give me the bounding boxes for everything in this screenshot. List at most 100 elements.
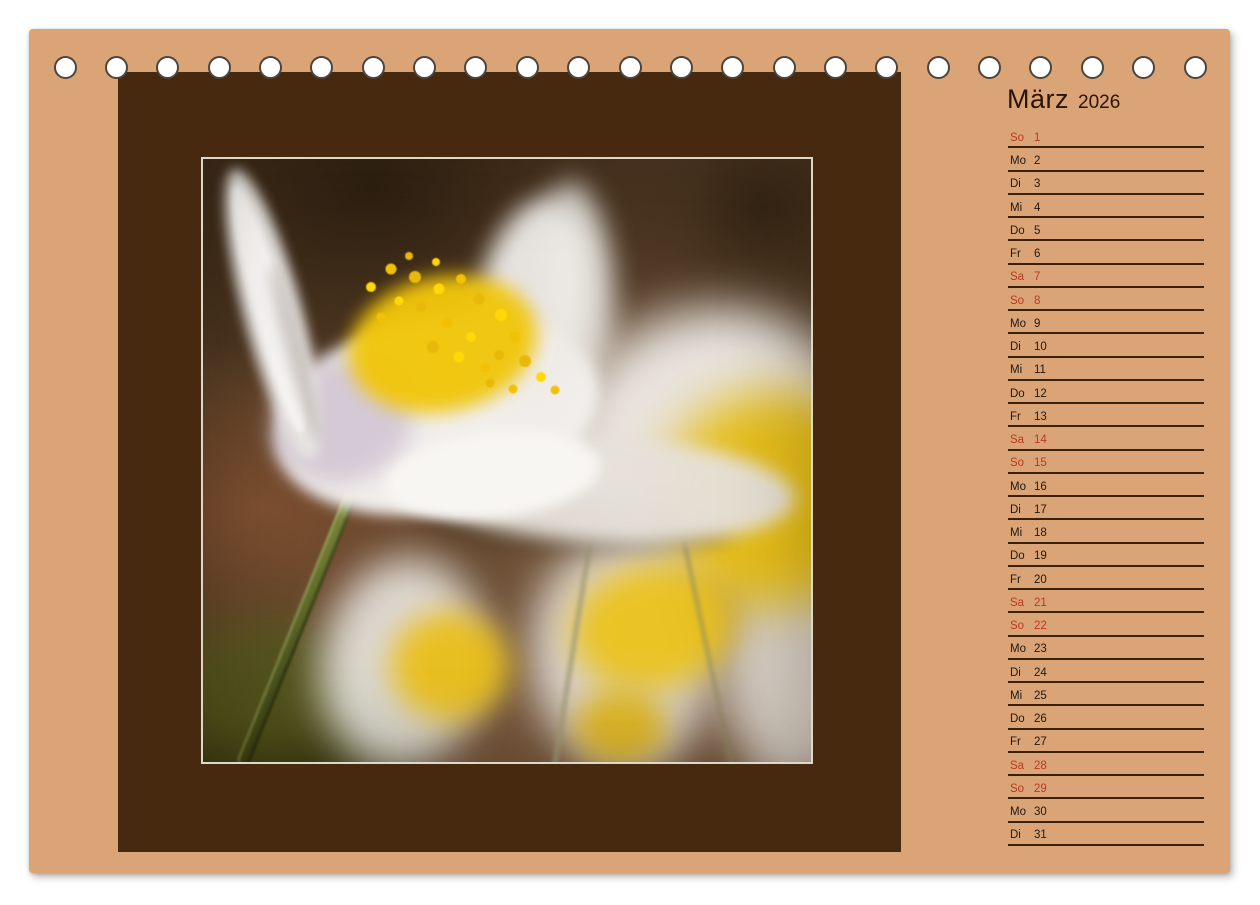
day-row: Mo 9 (1008, 311, 1204, 334)
day-number: 14 (1034, 435, 1047, 447)
day-number: 25 (1034, 691, 1047, 703)
day-number: 18 (1034, 528, 1047, 540)
stamen-dot (409, 271, 421, 283)
stamen-dot (536, 372, 546, 382)
month-name: März (1007, 85, 1069, 115)
calendar-sheet: März 2026 So 1 Mo 2 Di 3 Mi 4 Do 5 Fr 6 … (29, 29, 1230, 873)
day-abbrev: Mo (1010, 807, 1034, 819)
day-abbrev: Sa (1010, 435, 1034, 447)
stamen-dot (495, 309, 507, 321)
day-number: 4 (1034, 203, 1040, 215)
day-row: Mo 23 (1008, 637, 1204, 660)
day-row: Mi 25 (1008, 683, 1204, 706)
day-number: 8 (1034, 296, 1040, 308)
day-number: 21 (1034, 598, 1047, 610)
petal-underside (408, 425, 798, 553)
day-number: 22 (1034, 621, 1047, 633)
day-row: Do 26 (1008, 706, 1204, 729)
photo-mat (118, 72, 901, 852)
stamen-dot (377, 313, 386, 322)
day-abbrev: Di (1010, 179, 1034, 191)
binder-hole (978, 56, 1001, 79)
day-row: Fr 20 (1008, 567, 1204, 590)
stamen-dot (416, 302, 426, 312)
day-number: 7 (1034, 272, 1040, 284)
day-number: 30 (1034, 807, 1047, 819)
blurred-flower-white (306, 546, 499, 762)
day-number: 3 (1034, 179, 1040, 191)
day-row: So 15 (1008, 451, 1204, 474)
day-abbrev: So (1010, 296, 1034, 308)
day-abbrev: Fr (1010, 575, 1034, 587)
stamen-dot (519, 355, 531, 367)
day-number: 19 (1034, 551, 1047, 563)
day-row: Sa 14 (1008, 427, 1204, 450)
day-number: 23 (1034, 644, 1047, 656)
day-number: 6 (1034, 249, 1040, 261)
stamen-dot (386, 264, 397, 275)
month-title: März 2026 (1007, 85, 1120, 115)
day-number: 17 (1034, 505, 1047, 517)
stamen-dot (434, 284, 445, 295)
day-abbrev: Mo (1010, 319, 1034, 331)
day-abbrev: Do (1010, 226, 1034, 238)
day-list: So 1 Mo 2 Di 3 Mi 4 Do 5 Fr 6 Sa 7 So 8 … (1008, 125, 1204, 846)
binder-hole (927, 56, 950, 79)
day-abbrev: Di (1010, 342, 1034, 354)
stamen-dot (456, 274, 466, 284)
day-abbrev: Do (1010, 389, 1034, 401)
stamen-dot (405, 252, 413, 260)
foliage-blur (203, 614, 368, 754)
day-row: Sa 21 (1008, 590, 1204, 613)
day-number: 1 (1034, 133, 1040, 145)
day-abbrev: Do (1010, 714, 1034, 726)
day-row: Mi 4 (1008, 195, 1204, 218)
day-abbrev: So (1010, 458, 1034, 470)
day-row: Fr 27 (1008, 730, 1204, 753)
blurred-flower-white (529, 269, 811, 618)
day-row: Mo 2 (1008, 148, 1204, 171)
day-row: So 1 (1008, 125, 1204, 148)
stamen-dot (432, 258, 440, 266)
stamen-dot (466, 332, 476, 342)
day-abbrev: Sa (1010, 272, 1034, 284)
day-number: 9 (1034, 319, 1040, 331)
stamen-dot (494, 350, 504, 360)
day-number: 31 (1034, 830, 1047, 842)
day-number: 27 (1034, 737, 1047, 749)
petal-highlight (382, 422, 605, 529)
flower-petal (534, 176, 624, 377)
day-number: 15 (1034, 458, 1047, 470)
binder-hole (1029, 56, 1052, 79)
day-row: So 29 (1008, 776, 1204, 799)
day-abbrev: Mi (1010, 528, 1034, 540)
stamen-dot (480, 363, 490, 373)
day-number: 20 (1034, 575, 1047, 587)
day-number: 28 (1034, 761, 1047, 773)
binder-hole (1081, 56, 1104, 79)
day-abbrev: Mi (1010, 203, 1034, 215)
day-row: Di 10 (1008, 334, 1204, 357)
day-row: Mo 16 (1008, 474, 1204, 497)
day-abbrev: Mo (1010, 644, 1034, 656)
day-abbrev: Mo (1010, 156, 1034, 168)
day-abbrev: So (1010, 784, 1034, 796)
stamen-dot (427, 341, 439, 353)
calendar-photo (203, 159, 811, 762)
day-abbrev: Di (1010, 668, 1034, 680)
day-row: Mi 11 (1008, 358, 1204, 381)
blurred-flower-white (516, 530, 727, 762)
stamen-cluster (336, 258, 550, 430)
day-row: Do 5 (1008, 218, 1204, 241)
stamen-dot (509, 385, 518, 394)
stamen-dot (454, 352, 465, 363)
flower-cup-petal (256, 284, 619, 543)
day-number: 13 (1034, 412, 1047, 424)
day-number: 29 (1034, 784, 1047, 796)
day-abbrev: Fr (1010, 737, 1034, 749)
day-number: 11 (1034, 365, 1046, 377)
day-row: Do 19 (1008, 544, 1204, 567)
petal-shading (263, 262, 327, 445)
binder-hole (54, 56, 77, 79)
binder-hole (1132, 56, 1155, 79)
